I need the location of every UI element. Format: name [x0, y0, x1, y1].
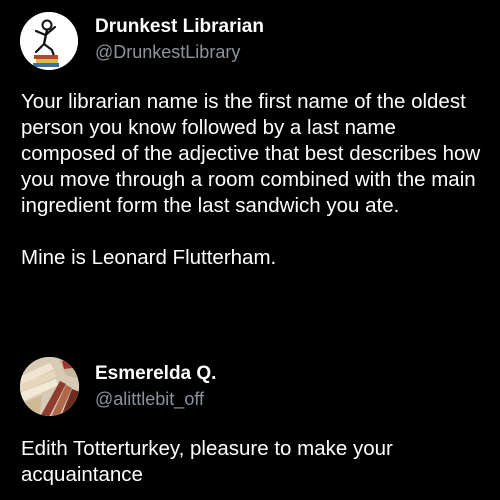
tweet-paragraph: Mine is Leonard Flutterham. [21, 246, 277, 269]
handle[interactable]: @alittlebit_off [95, 389, 204, 410]
books-avatar-icon[interactable] [20, 357, 79, 416]
tweet-text: Your librarian name is the first name of… [21, 89, 486, 271]
librarian-stick-figure-icon[interactable] [20, 12, 78, 70]
display-name[interactable]: Drunkest Librarian [95, 16, 264, 38]
tweet-paragraph: Your librarian name is the first name of… [21, 90, 481, 217]
tweet-paragraph: Edith Totterturkey, pleasure to make you… [21, 437, 393, 486]
tweet-text: Edith Totterturkey, pleasure to make you… [21, 436, 486, 488]
display-name[interactable]: Esmerelda Q. [95, 363, 216, 385]
handle[interactable]: @DrunkestLibrary [95, 42, 240, 63]
